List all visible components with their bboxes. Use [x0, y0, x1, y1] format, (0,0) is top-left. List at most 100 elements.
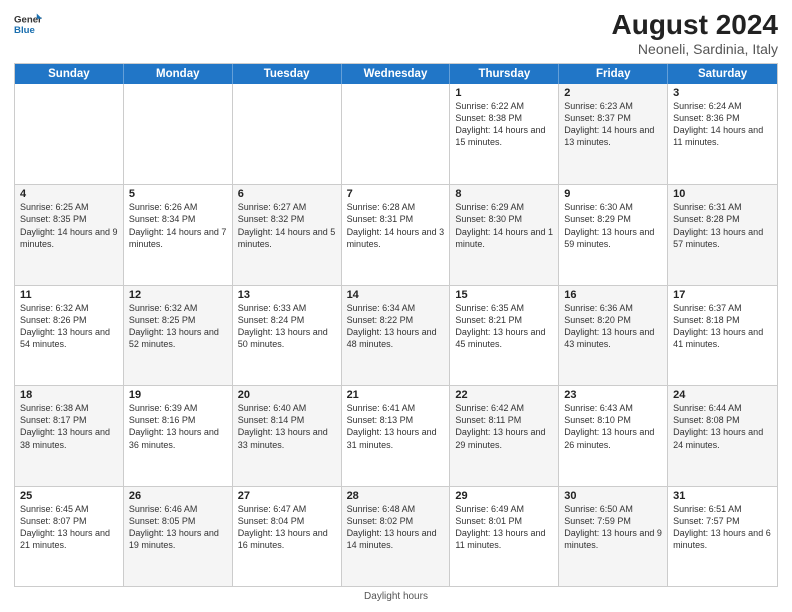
calendar-cell-20: 20Sunrise: 6:40 AM Sunset: 8:14 PM Dayli… [233, 386, 342, 485]
calendar-cell-23: 23Sunrise: 6:43 AM Sunset: 8:10 PM Dayli… [559, 386, 668, 485]
day-number: 19 [129, 389, 227, 401]
day-info: Sunrise: 6:30 AM Sunset: 8:29 PM Dayligh… [564, 201, 662, 250]
day-info: Sunrise: 6:27 AM Sunset: 8:32 PM Dayligh… [238, 201, 336, 250]
calendar-row-1: 1Sunrise: 6:22 AM Sunset: 8:38 PM Daylig… [15, 84, 777, 184]
day-number: 25 [20, 490, 118, 502]
svg-text:Blue: Blue [14, 25, 35, 36]
day-number: 4 [20, 188, 118, 200]
day-number: 3 [673, 87, 772, 99]
day-info: Sunrise: 6:29 AM Sunset: 8:30 PM Dayligh… [455, 201, 553, 250]
calendar-cell-26: 26Sunrise: 6:46 AM Sunset: 8:05 PM Dayli… [124, 487, 233, 586]
day-number: 15 [455, 289, 553, 301]
day-info: Sunrise: 6:46 AM Sunset: 8:05 PM Dayligh… [129, 503, 227, 552]
subtitle: Neoneli, Sardinia, Italy [612, 41, 779, 57]
day-info: Sunrise: 6:49 AM Sunset: 8:01 PM Dayligh… [455, 503, 553, 552]
calendar-cell-empty-03 [342, 84, 451, 184]
calendar-cell-3: 3Sunrise: 6:24 AM Sunset: 8:36 PM Daylig… [668, 84, 777, 184]
calendar-cell-empty-00 [15, 84, 124, 184]
calendar-cell-14: 14Sunrise: 6:34 AM Sunset: 8:22 PM Dayli… [342, 286, 451, 385]
day-number: 10 [673, 188, 772, 200]
calendar-cell-24: 24Sunrise: 6:44 AM Sunset: 8:08 PM Dayli… [668, 386, 777, 485]
day-number: 11 [20, 289, 118, 301]
day-header-tuesday: Tuesday [233, 64, 342, 84]
calendar-cell-22: 22Sunrise: 6:42 AM Sunset: 8:11 PM Dayli… [450, 386, 559, 485]
day-info: Sunrise: 6:37 AM Sunset: 8:18 PM Dayligh… [673, 302, 772, 351]
calendar-cell-29: 29Sunrise: 6:49 AM Sunset: 8:01 PM Dayli… [450, 487, 559, 586]
day-info: Sunrise: 6:33 AM Sunset: 8:24 PM Dayligh… [238, 302, 336, 351]
day-number: 22 [455, 389, 553, 401]
calendar-row-5: 25Sunrise: 6:45 AM Sunset: 8:07 PM Dayli… [15, 486, 777, 586]
day-number: 29 [455, 490, 553, 502]
calendar-cell-4: 4Sunrise: 6:25 AM Sunset: 8:35 PM Daylig… [15, 185, 124, 284]
calendar-cell-25: 25Sunrise: 6:45 AM Sunset: 8:07 PM Dayli… [15, 487, 124, 586]
calendar-cell-2: 2Sunrise: 6:23 AM Sunset: 8:37 PM Daylig… [559, 84, 668, 184]
day-info: Sunrise: 6:22 AM Sunset: 8:38 PM Dayligh… [455, 100, 553, 149]
day-number: 17 [673, 289, 772, 301]
calendar-cell-10: 10Sunrise: 6:31 AM Sunset: 8:28 PM Dayli… [668, 185, 777, 284]
calendar-cell-17: 17Sunrise: 6:37 AM Sunset: 8:18 PM Dayli… [668, 286, 777, 385]
calendar-cell-8: 8Sunrise: 6:29 AM Sunset: 8:30 PM Daylig… [450, 185, 559, 284]
day-info: Sunrise: 6:28 AM Sunset: 8:31 PM Dayligh… [347, 201, 445, 250]
calendar-cell-18: 18Sunrise: 6:38 AM Sunset: 8:17 PM Dayli… [15, 386, 124, 485]
calendar: SundayMondayTuesdayWednesdayThursdayFrid… [14, 63, 778, 587]
calendar-cell-empty-01 [124, 84, 233, 184]
calendar-cell-7: 7Sunrise: 6:28 AM Sunset: 8:31 PM Daylig… [342, 185, 451, 284]
day-info: Sunrise: 6:47 AM Sunset: 8:04 PM Dayligh… [238, 503, 336, 552]
day-number: 7 [347, 188, 445, 200]
calendar-cell-19: 19Sunrise: 6:39 AM Sunset: 8:16 PM Dayli… [124, 386, 233, 485]
day-info: Sunrise: 6:48 AM Sunset: 8:02 PM Dayligh… [347, 503, 445, 552]
title-block: August 2024 Neoneli, Sardinia, Italy [612, 10, 779, 57]
day-info: Sunrise: 6:35 AM Sunset: 8:21 PM Dayligh… [455, 302, 553, 351]
day-info: Sunrise: 6:50 AM Sunset: 7:59 PM Dayligh… [564, 503, 662, 552]
day-number: 23 [564, 389, 662, 401]
calendar-cell-30: 30Sunrise: 6:50 AM Sunset: 7:59 PM Dayli… [559, 487, 668, 586]
day-number: 9 [564, 188, 662, 200]
day-info: Sunrise: 6:25 AM Sunset: 8:35 PM Dayligh… [20, 201, 118, 250]
calendar-cell-13: 13Sunrise: 6:33 AM Sunset: 8:24 PM Dayli… [233, 286, 342, 385]
header: General Blue August 2024 Neoneli, Sardin… [14, 10, 778, 57]
day-number: 12 [129, 289, 227, 301]
day-number: 26 [129, 490, 227, 502]
day-info: Sunrise: 6:45 AM Sunset: 8:07 PM Dayligh… [20, 503, 118, 552]
page: General Blue August 2024 Neoneli, Sardin… [0, 0, 792, 612]
day-number: 21 [347, 389, 445, 401]
day-info: Sunrise: 6:26 AM Sunset: 8:34 PM Dayligh… [129, 201, 227, 250]
day-header-wednesday: Wednesday [342, 64, 451, 84]
day-number: 24 [673, 389, 772, 401]
day-number: 14 [347, 289, 445, 301]
day-info: Sunrise: 6:36 AM Sunset: 8:20 PM Dayligh… [564, 302, 662, 351]
calendar-cell-31: 31Sunrise: 6:51 AM Sunset: 7:57 PM Dayli… [668, 487, 777, 586]
calendar-header: SundayMondayTuesdayWednesdayThursdayFrid… [15, 64, 777, 84]
calendar-cell-12: 12Sunrise: 6:32 AM Sunset: 8:25 PM Dayli… [124, 286, 233, 385]
calendar-cell-6: 6Sunrise: 6:27 AM Sunset: 8:32 PM Daylig… [233, 185, 342, 284]
day-info: Sunrise: 6:31 AM Sunset: 8:28 PM Dayligh… [673, 201, 772, 250]
day-info: Sunrise: 6:32 AM Sunset: 8:26 PM Dayligh… [20, 302, 118, 351]
day-number: 2 [564, 87, 662, 99]
day-info: Sunrise: 6:32 AM Sunset: 8:25 PM Dayligh… [129, 302, 227, 351]
calendar-cell-empty-02 [233, 84, 342, 184]
day-number: 1 [455, 87, 553, 99]
calendar-cell-9: 9Sunrise: 6:30 AM Sunset: 8:29 PM Daylig… [559, 185, 668, 284]
day-number: 13 [238, 289, 336, 301]
calendar-cell-16: 16Sunrise: 6:36 AM Sunset: 8:20 PM Dayli… [559, 286, 668, 385]
day-number: 27 [238, 490, 336, 502]
calendar-cell-1: 1Sunrise: 6:22 AM Sunset: 8:38 PM Daylig… [450, 84, 559, 184]
day-info: Sunrise: 6:38 AM Sunset: 8:17 PM Dayligh… [20, 402, 118, 451]
calendar-cell-27: 27Sunrise: 6:47 AM Sunset: 8:04 PM Dayli… [233, 487, 342, 586]
calendar-cell-21: 21Sunrise: 6:41 AM Sunset: 8:13 PM Dayli… [342, 386, 451, 485]
day-number: 6 [238, 188, 336, 200]
calendar-body: 1Sunrise: 6:22 AM Sunset: 8:38 PM Daylig… [15, 84, 777, 586]
day-info: Sunrise: 6:44 AM Sunset: 8:08 PM Dayligh… [673, 402, 772, 451]
logo-icon: General Blue [14, 10, 42, 38]
day-header-monday: Monday [124, 64, 233, 84]
calendar-cell-5: 5Sunrise: 6:26 AM Sunset: 8:34 PM Daylig… [124, 185, 233, 284]
calendar-cell-11: 11Sunrise: 6:32 AM Sunset: 8:26 PM Dayli… [15, 286, 124, 385]
day-info: Sunrise: 6:42 AM Sunset: 8:11 PM Dayligh… [455, 402, 553, 451]
calendar-cell-15: 15Sunrise: 6:35 AM Sunset: 8:21 PM Dayli… [450, 286, 559, 385]
calendar-row-3: 11Sunrise: 6:32 AM Sunset: 8:26 PM Dayli… [15, 285, 777, 385]
day-info: Sunrise: 6:24 AM Sunset: 8:36 PM Dayligh… [673, 100, 772, 149]
day-number: 16 [564, 289, 662, 301]
day-number: 18 [20, 389, 118, 401]
day-header-saturday: Saturday [668, 64, 777, 84]
day-number: 28 [347, 490, 445, 502]
